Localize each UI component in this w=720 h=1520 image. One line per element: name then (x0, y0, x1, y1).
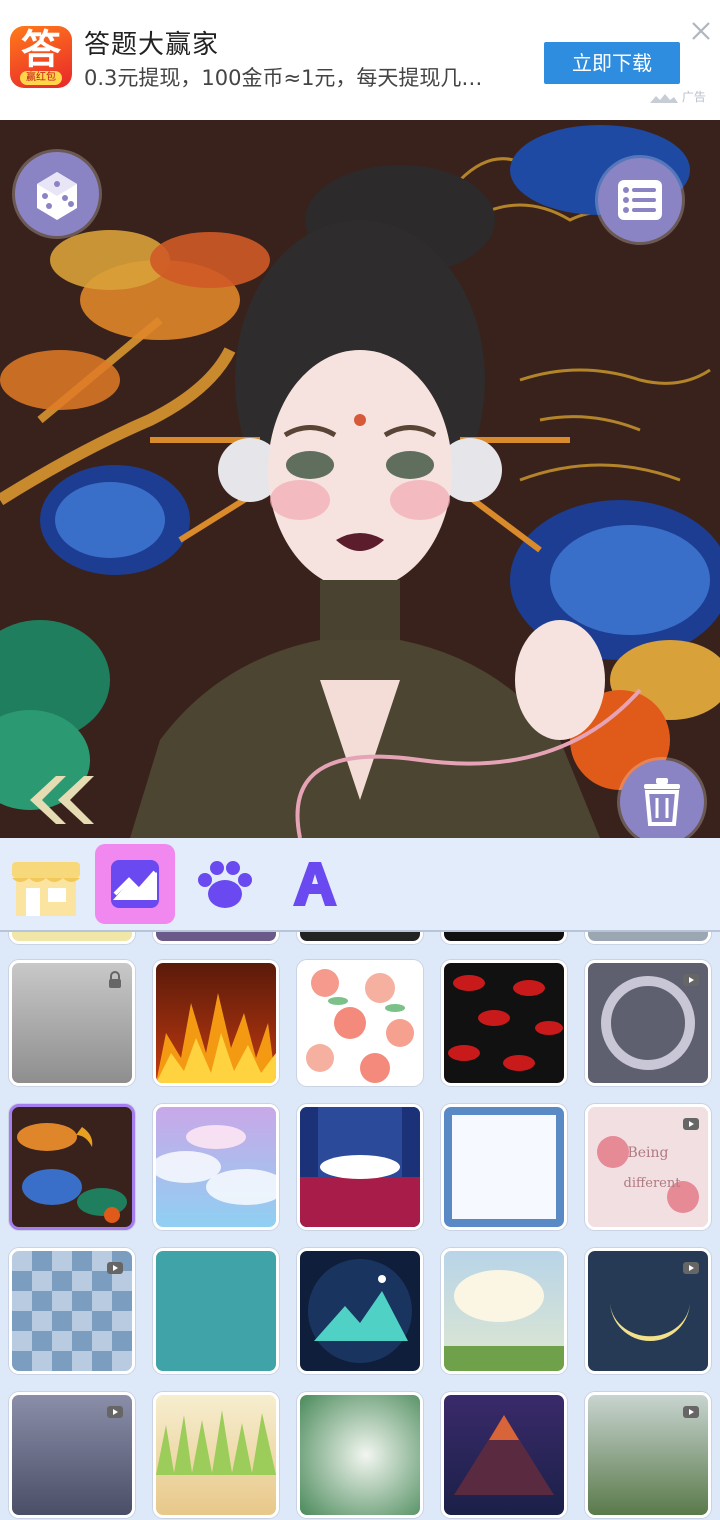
background-tile-red-lips[interactable] (441, 960, 567, 1086)
background-tile[interactable] (9, 932, 135, 944)
background-tile[interactable] (585, 932, 711, 944)
waves-art (300, 1107, 420, 1227)
image-icon (111, 860, 159, 908)
lips-art (448, 975, 563, 1071)
tab-background[interactable] (95, 844, 175, 924)
background-tile-cherries-text[interactable]: Being different (585, 1104, 711, 1230)
category-toolbar (0, 838, 720, 932)
background-tile-green-field[interactable] (585, 1392, 711, 1518)
close-icon[interactable] (688, 18, 714, 44)
tab-text[interactable] (275, 844, 355, 924)
background-tile-clouds-meadow[interactable] (441, 1248, 567, 1374)
menu-button[interactable] (598, 158, 682, 242)
background-tile-misty-water[interactable] (9, 960, 135, 1086)
meadow-art (444, 1270, 564, 1371)
ad-tag-label: 广告 (681, 90, 706, 104)
video-icon (107, 1406, 123, 1418)
background-tile-paper-planes[interactable] (441, 1104, 567, 1230)
background-tile-peaches[interactable] (297, 960, 423, 1086)
background-grid: Being different (0, 932, 720, 1520)
clouds-art (156, 1125, 276, 1205)
video-icon (683, 1406, 699, 1418)
background-tile[interactable] (153, 932, 279, 944)
pine-clouds-art (17, 1123, 127, 1223)
cherries-text-line-2: different (624, 1176, 682, 1191)
video-icon (683, 974, 699, 986)
trash-icon (644, 778, 680, 826)
double-chevron-left-icon[interactable] (20, 768, 100, 828)
grass-art (156, 1410, 276, 1475)
flames-art (156, 993, 276, 1083)
tab-pet[interactable] (185, 844, 265, 924)
peaches-art (306, 969, 414, 1083)
random-button[interactable] (15, 152, 99, 236)
background-tile[interactable] (441, 932, 567, 944)
background-tile-flames[interactable] (153, 960, 279, 1086)
background-tile-teal-damask[interactable] (153, 1248, 279, 1374)
background-tile-sun-rays-grey[interactable] (9, 1392, 135, 1518)
background-tile-pastel-clouds[interactable] (153, 1104, 279, 1230)
video-icon (683, 1262, 699, 1274)
list-icon (618, 180, 662, 220)
background-tile-grass-sand[interactable] (153, 1392, 279, 1518)
paw-icon (198, 861, 252, 908)
background-tile-waves-clouds[interactable] (297, 1104, 423, 1230)
ad-logo-char: 答 (21, 27, 61, 73)
ad-tag: 广告 (650, 88, 706, 105)
storefront-icon (12, 862, 80, 916)
background-tile-night-mountains[interactable] (297, 1248, 423, 1374)
background-tile-pine-clouds-moon[interactable] (9, 1104, 135, 1230)
background-tile-bow-checker[interactable] (9, 1248, 135, 1374)
background-tile-forest-light[interactable] (297, 1392, 423, 1518)
character-canvas[interactable] (0, 120, 720, 838)
background-tile-crescent-moon[interactable] (585, 1248, 711, 1374)
background-tile-thorn-wreath[interactable] (585, 960, 711, 1086)
dice-icon (37, 172, 77, 220)
ad-logo-mark-icon (650, 93, 678, 103)
lantern-mountain-art (454, 1415, 554, 1495)
cherries-text-line-1: Being (627, 1145, 668, 1161)
ad-subtitle: 0.3元提现，100金币≈1元，每天提现几… (84, 66, 483, 90)
tab-shop[interactable] (6, 844, 86, 924)
background-tile-lantern-mountain[interactable] (441, 1392, 567, 1518)
delete-button[interactable] (620, 760, 704, 838)
background-tile[interactable] (297, 932, 423, 944)
ad-app-logo[interactable]: 答 赢红包 (10, 26, 72, 88)
ad-logo-badge: 赢红包 (20, 71, 62, 85)
ad-download-button[interactable]: 立即下载 (544, 42, 680, 84)
video-icon (683, 1118, 699, 1130)
letter-a-icon (293, 862, 337, 906)
night-mountains-art (308, 1259, 412, 1363)
video-icon (107, 1262, 123, 1274)
ad-banner[interactable]: 答 赢红包 答题大赢家 0.3元提现，100金币≈1元，每天提现几… 立即下载 … (0, 0, 720, 120)
ad-title: 答题大赢家 (84, 30, 220, 60)
lock-icon (109, 971, 121, 988)
